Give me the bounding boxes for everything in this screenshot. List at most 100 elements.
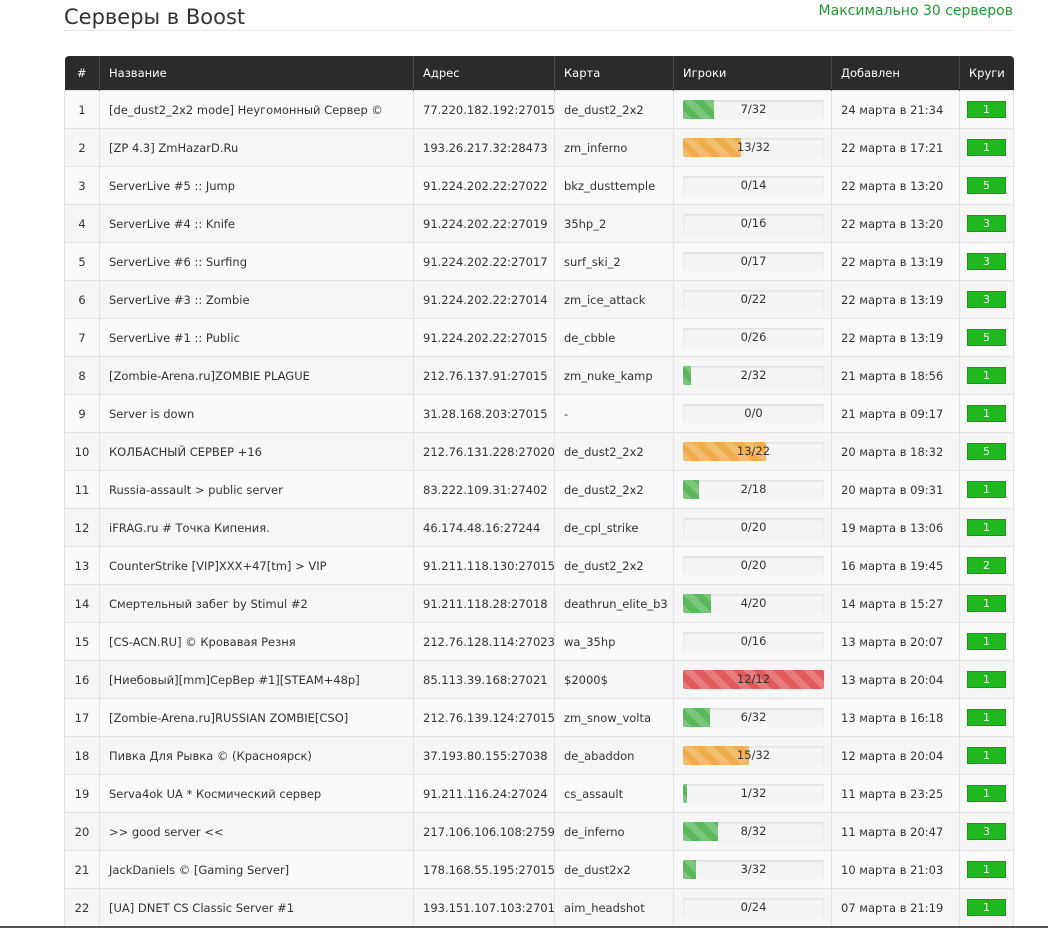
server-address[interactable]: 37.193.80.155:27038 — [413, 736, 555, 775]
server-name[interactable]: [CS-ACN.RU] © Кровавая Резня — [99, 622, 414, 661]
server-address[interactable]: 91.224.202.22:27017 — [413, 242, 555, 281]
players-progress-bar: 0/22 — [683, 290, 824, 309]
table-row[interactable]: 17 [Zombie-Arena.ru]RUSSIAN ZOMBIE[CSO] 21… — [64, 698, 1014, 737]
column-header-players[interactable]: Игроки — [673, 56, 832, 91]
table-row[interactable]: 20 >> good server << 217.106.106.108:27592… — [64, 812, 1014, 851]
players-cell: 13/22 — [673, 432, 832, 471]
server-address[interactable]: 91.224.202.22:27022 — [413, 166, 555, 205]
table-row[interactable]: 16 [Ниебовый][mm]СерВер #1][STEAM+48p] 85.… — [64, 660, 1014, 699]
server-map: de_dust2_2x2 — [554, 90, 674, 129]
server-name[interactable]: JackDaniels © [Gaming Server] — [99, 850, 414, 889]
server-name[interactable]: [ZP 4.3] ZmHazarD.Ru — [99, 128, 414, 167]
server-name[interactable]: ServerLive #4 :: Knife — [99, 204, 414, 243]
laps-cell: 1 — [959, 508, 1014, 547]
column-header-added[interactable]: Добавлен — [831, 56, 960, 91]
table-row[interactable]: 7 ServerLive #1 :: Public 91.224.202.22:27… — [64, 318, 1014, 357]
server-name[interactable]: iFRAG.ru # Точка Кипения. — [99, 508, 414, 547]
server-name[interactable]: КОЛБАСНЫЙ СЕРВЕР +16 — [99, 432, 414, 471]
server-name[interactable]: Смертельный забег by Stimul #2 — [99, 584, 414, 623]
players-progress-bar: 12/12 — [683, 670, 824, 689]
server-address[interactable]: 91.211.116.24:27024 — [413, 774, 555, 813]
table-row[interactable]: 6 ServerLive #3 :: Zombie 91.224.202.22:27… — [64, 280, 1014, 319]
laps-cell: 1 — [959, 888, 1014, 926]
column-header-map[interactable]: Карта — [554, 56, 674, 91]
added-date: 21 марта в 18:56 — [831, 356, 960, 395]
players-cell: 0/16 — [673, 622, 832, 661]
column-header-address[interactable]: Адрес — [413, 56, 555, 91]
column-header-number[interactable]: # — [64, 56, 100, 91]
table-row[interactable]: 15 [CS-ACN.RU] © Кровавая Резня 212.76.128… — [64, 622, 1014, 661]
table-row[interactable]: 11 Russia-assault > public server 83.222.1… — [64, 470, 1014, 509]
server-name[interactable]: [Zombie-Arena.ru]RUSSIAN ZOMBIE[CSO] — [99, 698, 414, 737]
players-progress-bar: 0/20 — [683, 556, 824, 575]
server-name[interactable]: ServerLive #3 :: Zombie — [99, 280, 414, 319]
server-address[interactable]: 46.174.48.16:27244 — [413, 508, 555, 547]
server-address[interactable]: 91.224.202.22:27014 — [413, 280, 555, 319]
table-row[interactable]: 9 Server is down 31.28.168.203:27015- 0/0 21… — [64, 394, 1014, 433]
server-address[interactable]: 212.76.137.91:27015 — [413, 356, 555, 395]
server-address[interactable]: 83.222.109.31:27402 — [413, 470, 555, 509]
server-map: bkz_dusttemple — [554, 166, 674, 205]
server-address[interactable]: 217.106.106.108:27592 — [413, 812, 555, 851]
laps-badge: 1 — [967, 405, 1006, 422]
players-count: 0/22 — [740, 292, 767, 306]
server-address[interactable]: 85.113.39.168:27021 — [413, 660, 555, 699]
laps-badge: 5 — [967, 177, 1006, 194]
players-count: 0/16 — [740, 634, 767, 648]
laps-badge: 1 — [967, 139, 1006, 156]
server-name[interactable]: Serva4ok UA * Космический сервер — [99, 774, 414, 813]
server-address[interactable]: 212.76.128.114:27023 — [413, 622, 555, 661]
table-row[interactable]: 12 iFRAG.ru # Точка Кипения. 46.174.48.16:… — [64, 508, 1014, 547]
table-row[interactable]: 18 Пивка Для Рывка © (Красноярск) 37.193.8… — [64, 736, 1014, 775]
server-name[interactable]: [UA] DNET CS Classic Server #1 — [99, 888, 414, 926]
players-cell: 1/32 — [673, 774, 832, 813]
table-row[interactable]: 21 JackDaniels © [Gaming Server] 178.168.5… — [64, 850, 1014, 889]
server-address[interactable]: 212.76.139.124:27015 — [413, 698, 555, 737]
server-address[interactable]: 193.26.217.32:28473 — [413, 128, 555, 167]
server-address[interactable]: 91.224.202.22:27019 — [413, 204, 555, 243]
server-name[interactable]: ServerLive #1 :: Public — [99, 318, 414, 357]
server-name[interactable]: Пивка Для Рывка © (Красноярск) — [99, 736, 414, 775]
table-row[interactable]: 4 ServerLive #4 :: Knife 91.224.202.22:270… — [64, 204, 1014, 243]
server-address[interactable]: 178.168.55.195:27015 — [413, 850, 555, 889]
server-name[interactable]: ServerLive #5 :: Jump — [99, 166, 414, 205]
server-name[interactable]: [Zombie-Arena.ru]ZOMBIE PLAGUE — [99, 356, 414, 395]
server-address[interactable]: 91.211.118.28:27018 — [413, 584, 555, 623]
column-header-name[interactable]: Название — [99, 56, 414, 91]
players-count: 8/32 — [740, 824, 767, 838]
table-row[interactable]: 1 [de_dust2_2x2 mode] Неугомонный Сервер … — [64, 90, 1014, 129]
title-divider — [64, 30, 1013, 31]
server-name[interactable]: ServerLive #6 :: Surfing — [99, 242, 414, 281]
server-address[interactable]: 91.224.202.22:27015 — [413, 318, 555, 357]
table-row[interactable]: 3 ServerLive #5 :: Jump 91.224.202.22:2702… — [64, 166, 1014, 205]
server-name[interactable]: >> good server << — [99, 812, 414, 851]
added-date: 16 марта в 19:45 — [831, 546, 960, 585]
table-row[interactable]: 13 CounterStrike [VIP]XXX+47[tm] > VIP 91.… — [64, 546, 1014, 585]
table-row[interactable]: 5 ServerLive #6 :: Surfing 91.224.202.22:2… — [64, 242, 1014, 281]
server-name[interactable]: [Ниебовый][mm]СерВер #1][STEAM+48p] — [99, 660, 414, 699]
laps-cell: 2 — [959, 546, 1014, 585]
table-row[interactable]: 19 Serva4ok UA * Космический сервер 91.211… — [64, 774, 1014, 813]
server-address[interactable]: 91.211.118.130:27015 — [413, 546, 555, 585]
server-address[interactable]: 212.76.131.228:27020 — [413, 432, 555, 471]
server-address[interactable]: 77.220.182.192:27015 — [413, 90, 555, 129]
table-row[interactable]: 14 Смертельный забег by Stimul #2 91.211.1… — [64, 584, 1014, 623]
players-count: 0/24 — [740, 900, 767, 914]
table-row[interactable]: 2 [ZP 4.3] ZmHazarD.Ru 193.26.217.32:28473… — [64, 128, 1014, 167]
server-map: surf_ski_2 — [554, 242, 674, 281]
players-cell: 0/14 — [673, 166, 832, 205]
server-map: de_cpl_strike — [554, 508, 674, 547]
row-number: 22 — [64, 888, 100, 926]
table-row[interactable]: 22 [UA] DNET CS Classic Server #1 193.151.… — [64, 888, 1014, 926]
column-header-laps[interactable]: Круги — [959, 56, 1014, 91]
server-name[interactable]: CounterStrike [VIP]XXX+47[tm] > VIP — [99, 546, 414, 585]
server-name[interactable]: Russia-assault > public server — [99, 470, 414, 509]
table-row[interactable]: 10 КОЛБАСНЫЙ СЕРВЕР +16 212.76.131.228:270… — [64, 432, 1014, 471]
server-address[interactable]: 31.28.168.203:27015 — [413, 394, 555, 433]
table-row[interactable]: 8 [Zombie-Arena.ru]ZOMBIE PLAGUE 212.76.13… — [64, 356, 1014, 395]
laps-badge: 1 — [967, 861, 1006, 878]
players-progress-bar: 2/18 — [683, 480, 824, 499]
server-name[interactable]: Server is down — [99, 394, 414, 433]
server-name[interactable]: [de_dust2_2x2 mode] Неугомонный Сервер © — [99, 90, 414, 129]
server-address[interactable]: 193.151.107.103:27015 — [413, 888, 555, 926]
